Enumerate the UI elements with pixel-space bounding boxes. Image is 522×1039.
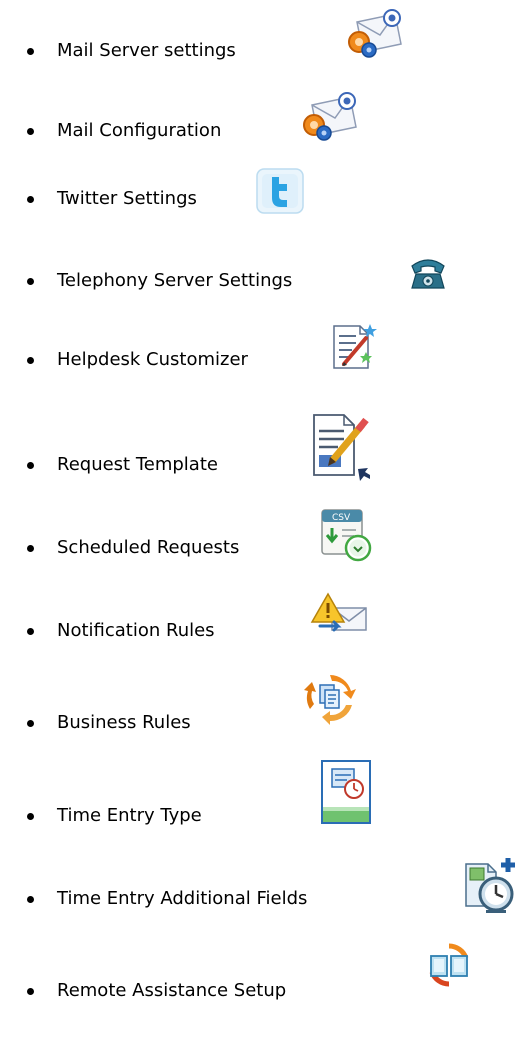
bullet — [27, 278, 34, 285]
list-item-label: Helpdesk Customizer — [57, 349, 248, 370]
list-item-label: Telephony Server Settings — [57, 270, 293, 291]
bullet — [27, 462, 34, 469]
list-item-label: Request Template — [57, 454, 218, 475]
bullet — [27, 48, 34, 55]
remote-assistance-icon[interactable] — [427, 940, 471, 990]
notification-warning-mail-icon[interactable] — [310, 590, 370, 638]
list-item-remote-assistance-setup[interactable]: Remote Assistance Setup — [0, 943, 522, 1008]
bullet — [27, 720, 34, 727]
list-item-mail-configuration[interactable]: Mail Configuration — [0, 92, 522, 164]
mail-server-gear-icon[interactable] — [343, 8, 405, 58]
list-item-label: Scheduled Requests — [57, 537, 240, 558]
bullet — [27, 813, 34, 820]
list-item-telephony-server-settings[interactable]: Telephony Server Settings — [0, 250, 522, 310]
list-item-label: Mail Server settings — [57, 40, 236, 61]
list-item-label: Time Entry Type — [57, 805, 202, 826]
business-rules-cycle-icon[interactable] — [304, 671, 356, 725]
bullet — [27, 357, 34, 364]
settings-list: Mail Server settings Mail Configuration — [0, 0, 522, 1039]
bullet — [27, 545, 34, 552]
list-item-twitter-settings[interactable]: Twitter Settings — [0, 168, 522, 232]
list-item-time-entry-additional-fields[interactable]: Time Entry Additional Fields — [0, 858, 522, 920]
list-item-label: Remote Assistance Setup — [57, 980, 287, 1001]
telephone-icon[interactable] — [408, 252, 448, 292]
time-entry-type-icon[interactable] — [320, 759, 372, 825]
list-item-label: Twitter Settings — [57, 188, 197, 209]
list-item-label: Business Rules — [57, 712, 191, 733]
bullet — [27, 196, 34, 203]
document-edit-icon[interactable] — [308, 413, 372, 483]
mail-config-gear-icon[interactable] — [298, 91, 360, 141]
list-item-time-entry-type[interactable]: Time Entry Type — [0, 760, 522, 830]
list-item-helpdesk-customizer[interactable]: Helpdesk Customizer — [0, 324, 522, 386]
list-item-label: Mail Configuration — [57, 120, 222, 141]
list-item-label: Notification Rules — [57, 620, 215, 641]
list-item-request-template[interactable]: Request Template — [0, 414, 522, 481]
bullet — [27, 988, 34, 995]
list-item-mail-server-settings[interactable]: Mail Server settings — [0, 9, 522, 80]
bullet — [27, 128, 34, 135]
list-item-business-rules[interactable]: Business Rules — [0, 675, 522, 743]
svg-text:CSV: CSV — [332, 513, 351, 523]
twitter-icon[interactable] — [255, 167, 305, 215]
list-item-notification-rules[interactable]: Notification Rules — [0, 592, 522, 660]
customizer-icon[interactable] — [330, 322, 378, 372]
list-item-label: Time Entry Additional Fields — [57, 888, 308, 909]
bullet — [27, 628, 34, 635]
scheduled-csv-icon[interactable]: CSV — [318, 506, 374, 564]
bullet — [27, 896, 34, 903]
time-entry-fields-icon[interactable] — [460, 856, 518, 914]
list-item-scheduled-requests[interactable]: Scheduled Requests CSV — [0, 509, 522, 574]
